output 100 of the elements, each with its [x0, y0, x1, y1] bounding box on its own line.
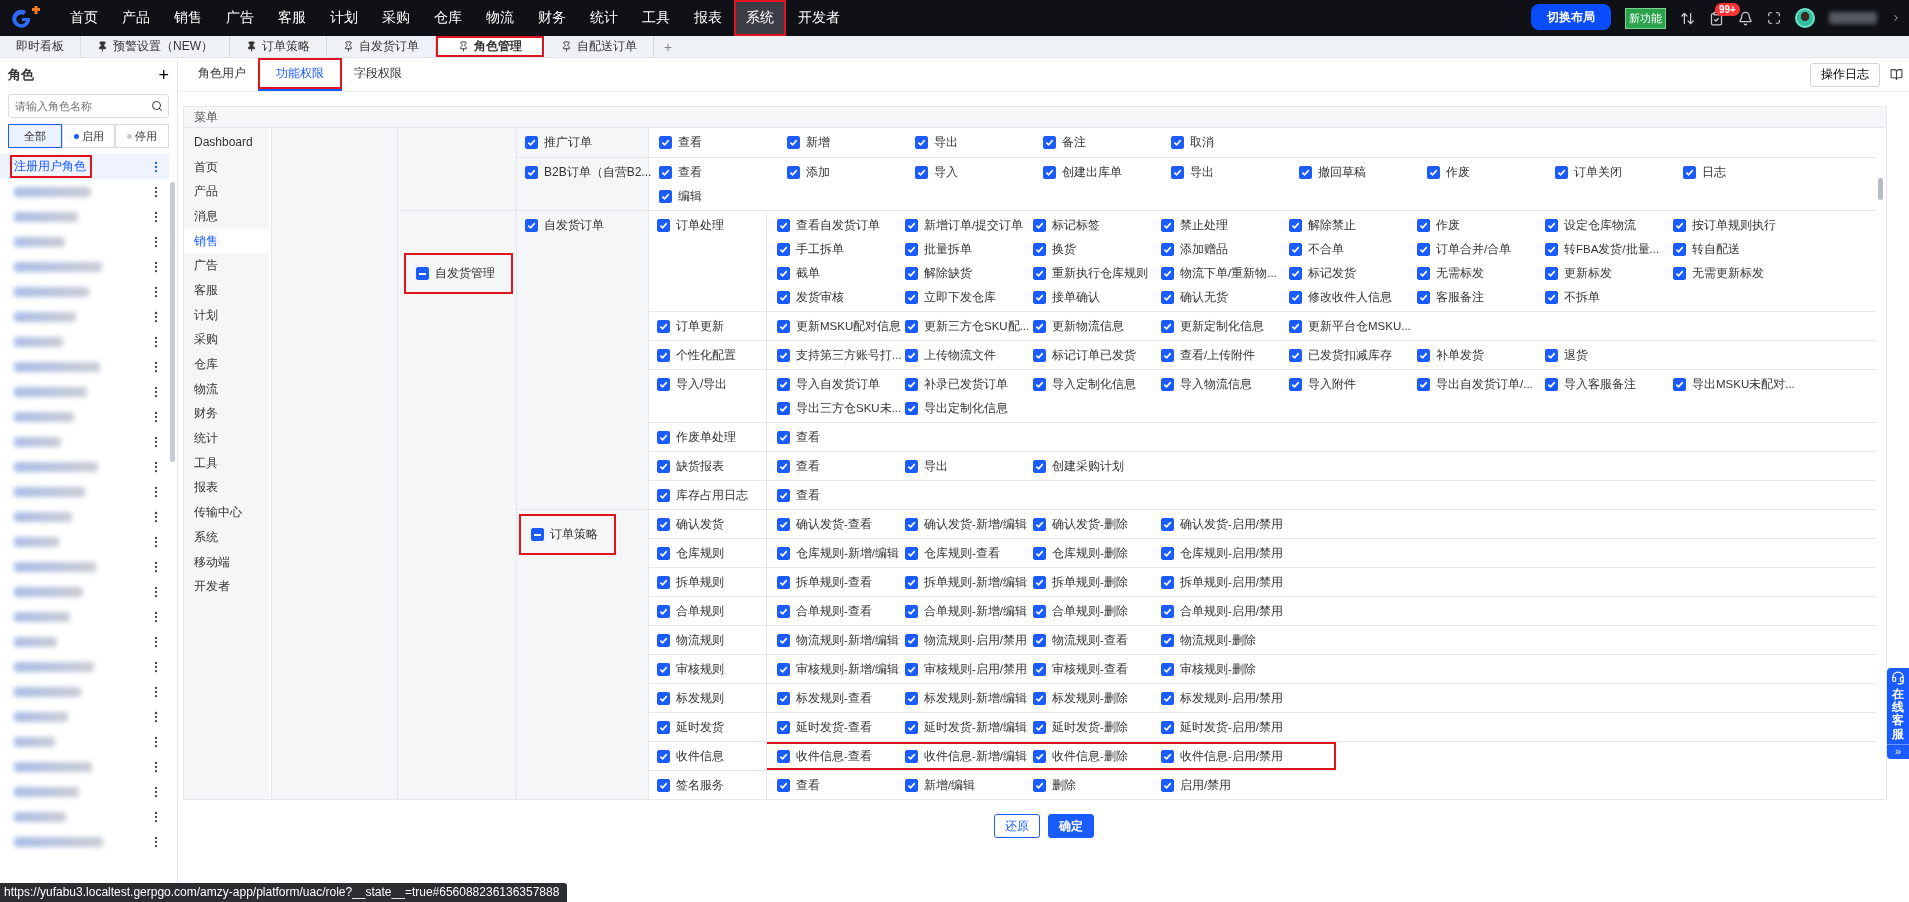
checkbox[interactable] — [905, 218, 918, 232]
checkbox[interactable] — [777, 691, 790, 705]
checkbox[interactable] — [1289, 319, 1302, 333]
checkbox[interactable] — [1545, 266, 1558, 280]
checkbox[interactable] — [1161, 604, 1174, 618]
checkbox[interactable] — [657, 691, 670, 705]
checkbox[interactable] — [1289, 242, 1302, 256]
checkbox[interactable] — [1673, 377, 1686, 391]
checkbox[interactable] — [1033, 778, 1046, 792]
checkbox[interactable] — [1033, 218, 1046, 232]
checkbox[interactable] — [1161, 218, 1174, 232]
checkbox[interactable] — [1033, 720, 1046, 734]
menu-item[interactable]: 财务 — [184, 401, 269, 427]
checkbox[interactable] — [1417, 218, 1430, 232]
checkbox[interactable] — [777, 430, 790, 444]
checkbox[interactable] — [1299, 165, 1312, 179]
scrollbar-thumb[interactable] — [170, 182, 175, 462]
sort-icon[interactable] — [1680, 10, 1695, 26]
checkbox[interactable] — [905, 517, 918, 531]
nav-item[interactable]: 销售 — [162, 0, 214, 36]
nav-item[interactable]: 统计 — [578, 0, 630, 36]
checkbox[interactable] — [905, 348, 918, 362]
checkbox[interactable] — [657, 749, 670, 763]
fullscreen-icon[interactable] — [1767, 11, 1781, 25]
checkbox[interactable] — [1161, 720, 1174, 734]
checkbox[interactable] — [1161, 575, 1174, 589]
checkbox[interactable] — [416, 267, 429, 280]
checkbox[interactable] — [1033, 517, 1046, 531]
nav-item[interactable]: 采购 — [370, 0, 422, 36]
checkbox[interactable] — [777, 778, 790, 792]
checkbox[interactable] — [525, 219, 538, 232]
checkbox[interactable] — [657, 604, 670, 618]
menu-item[interactable]: 产品 — [184, 179, 269, 205]
menu-item[interactable]: 工具 — [184, 450, 269, 476]
checkbox[interactable] — [657, 575, 670, 589]
checkbox[interactable] — [1545, 242, 1558, 256]
checkbox[interactable] — [657, 319, 670, 333]
sub-tab[interactable]: 功能权限 — [258, 58, 342, 91]
checkbox[interactable] — [659, 165, 672, 179]
menu-item[interactable]: 报表 — [184, 475, 269, 501]
page-tab[interactable]: 预警设置（NEW） — [81, 36, 230, 57]
checkbox[interactable] — [1161, 377, 1174, 391]
menu-item[interactable]: 物流 — [184, 376, 269, 402]
checkbox[interactable] — [1161, 242, 1174, 256]
checkbox[interactable] — [525, 166, 538, 179]
checkbox[interactable] — [1427, 165, 1440, 179]
checkbox[interactable] — [1161, 290, 1174, 304]
checkbox[interactable] — [657, 459, 670, 473]
sub-tab[interactable]: 角色用户 — [186, 58, 258, 91]
menu-item[interactable]: 仓库 — [184, 352, 269, 377]
sub-tab[interactable]: 字段权限 — [342, 58, 414, 91]
checkbox[interactable] — [525, 136, 538, 149]
confirm-button[interactable]: 确定 — [1047, 814, 1094, 838]
menu-item[interactable]: 移动端 — [184, 549, 269, 575]
checkbox[interactable] — [1161, 633, 1174, 647]
checkbox[interactable] — [1545, 348, 1558, 362]
menu-item[interactable]: 首页 — [184, 154, 269, 180]
checkbox[interactable] — [777, 242, 790, 256]
menu-item[interactable]: 销售 — [184, 228, 269, 254]
checkbox[interactable] — [1289, 218, 1302, 232]
checkbox[interactable] — [777, 401, 790, 415]
checkbox[interactable] — [915, 165, 928, 179]
checkbox[interactable] — [905, 720, 918, 734]
menu-item[interactable]: 传输中心 — [184, 500, 269, 525]
pin-icon[interactable] — [343, 41, 354, 52]
nav-item[interactable]: 报表 — [682, 0, 734, 36]
checkbox[interactable] — [777, 290, 790, 304]
checkbox[interactable] — [1033, 662, 1046, 676]
collapse-button[interactable]: » — [1887, 743, 1909, 757]
checkbox[interactable] — [1033, 459, 1046, 473]
page-tab[interactable]: 角色管理 — [436, 36, 545, 57]
checkbox[interactable] — [777, 319, 790, 333]
checkbox[interactable] — [1161, 546, 1174, 560]
nav-item[interactable]: 物流 — [474, 0, 526, 36]
checkbox[interactable] — [905, 691, 918, 705]
checkbox[interactable] — [777, 488, 790, 502]
checkbox[interactable] — [657, 778, 670, 792]
filter-button[interactable]: 全部 — [8, 124, 62, 148]
checkbox[interactable] — [657, 377, 670, 391]
checkbox[interactable] — [1033, 546, 1046, 560]
checkbox[interactable] — [905, 290, 918, 304]
avatar[interactable] — [1795, 8, 1815, 28]
caret-icon[interactable] — [1891, 13, 1901, 23]
checkbox[interactable] — [1683, 165, 1696, 179]
page-tab[interactable]: 即时看板 — [0, 36, 81, 57]
nav-item[interactable]: 广告 — [214, 0, 266, 36]
checkbox[interactable] — [777, 720, 790, 734]
checkbox[interactable] — [777, 459, 790, 473]
checkbox[interactable] — [777, 348, 790, 362]
nav-item[interactable]: 工具 — [630, 0, 682, 36]
checkbox[interactable] — [1033, 348, 1046, 362]
add-role-button[interactable]: + — [158, 66, 169, 84]
checkbox[interactable] — [777, 749, 790, 763]
checkbox[interactable] — [659, 135, 672, 149]
nav-item[interactable]: 首页 — [58, 0, 110, 36]
pin-icon[interactable] — [246, 41, 257, 52]
checkbox[interactable] — [1545, 377, 1558, 391]
checkbox[interactable] — [777, 662, 790, 676]
checkbox[interactable] — [1673, 266, 1686, 280]
scrollbar-thumb[interactable] — [1878, 178, 1883, 200]
